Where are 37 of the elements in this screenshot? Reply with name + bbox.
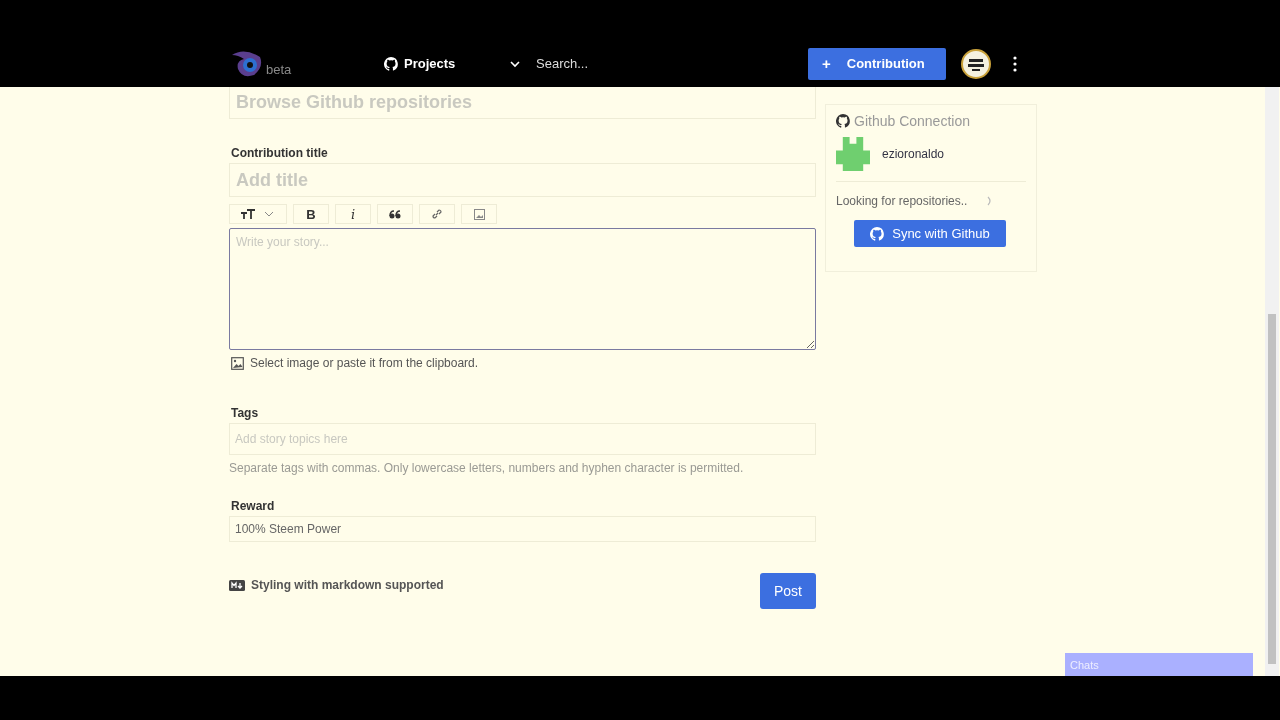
quote-icon: [389, 209, 401, 219]
tags-help-text: Separate tags with commas. Only lowercase letters, numbers and hyphen character is permitted.: [229, 461, 745, 475]
heading-button[interactable]: [229, 204, 287, 224]
contribution-button[interactable]: + Contribution: [808, 47, 946, 80]
link-icon: [431, 208, 443, 220]
text-size-icon: [240, 208, 276, 220]
sync-button[interactable]: Sync with Github: [854, 220, 1006, 247]
projects-dropdown[interactable]: Projects: [384, 56, 520, 71]
spinner-icon: [987, 196, 994, 206]
card-title: Github Connection: [854, 113, 970, 129]
github-icon: [836, 114, 850, 128]
italic-button[interactable]: i: [335, 204, 371, 224]
quote-button[interactable]: [377, 204, 413, 224]
scrollbar[interactable]: [1265, 87, 1279, 676]
image-upload-hint[interactable]: Select image or paste it from the clipboard.: [250, 356, 479, 370]
markdown-icon: [229, 579, 245, 591]
more-menu-icon[interactable]: [1013, 55, 1017, 72]
reward-select[interactable]: 100% Steem Power: [229, 516, 816, 542]
username[interactable]: ezioronaldo: [882, 147, 945, 161]
bold-button[interactable]: B: [293, 204, 329, 224]
github-icon: [384, 56, 398, 71]
image-icon: [231, 356, 244, 370]
field-label: Reward: [231, 499, 276, 513]
link-button[interactable]: [419, 204, 455, 224]
field-label: Tags: [231, 406, 260, 420]
field-label: Contribution title: [231, 146, 329, 160]
beta-label: beta: [266, 61, 292, 77]
chevron-down-icon: [510, 59, 520, 68]
search-field[interactable]: Search...: [534, 55, 808, 72]
identicon-icon: [836, 137, 870, 171]
eye-logo-icon[interactable]: [230, 48, 264, 79]
image-button[interactable]: [461, 204, 497, 224]
post-button[interactable]: Post: [760, 573, 816, 609]
image-icon: [473, 208, 485, 220]
github-icon: [870, 226, 885, 241]
markdown-note: Styling with markdown supported: [251, 578, 444, 592]
status-text: Looking for repositories..: [836, 194, 968, 208]
